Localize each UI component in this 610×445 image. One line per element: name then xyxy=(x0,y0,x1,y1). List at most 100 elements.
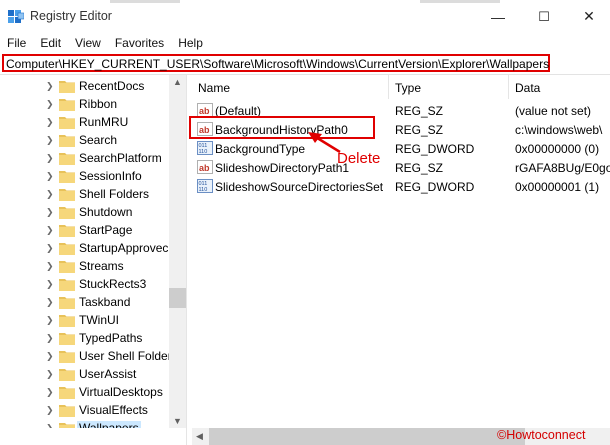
dword-value-icon: 011110 xyxy=(197,179,213,193)
folder-icon xyxy=(59,351,75,363)
tree-item[interactable]: ❯ VirtualDesktops xyxy=(0,383,170,401)
chevron-right-icon[interactable]: ❯ xyxy=(46,152,56,164)
tree-item[interactable]: ❯ SessionInfo xyxy=(0,167,170,185)
tree-item-label: VirtualDesktops xyxy=(79,385,163,399)
folder-icon xyxy=(59,135,75,147)
column-header-name[interactable]: Name xyxy=(192,75,388,99)
chevron-right-icon[interactable]: ❯ xyxy=(46,242,56,254)
tree-item-label: Shell Folders xyxy=(79,187,150,201)
value-type: REG_SZ xyxy=(395,123,444,137)
tree-vertical-scrollbar[interactable]: ▲ ▼ xyxy=(169,75,186,428)
chevron-right-icon[interactable]: ❯ xyxy=(46,134,56,146)
folder-icon xyxy=(59,297,75,309)
title-bar: Registry Editor — ☐ ✕ xyxy=(0,0,610,33)
chevron-right-icon[interactable]: ❯ xyxy=(46,296,56,308)
minimize-button[interactable]: — xyxy=(475,0,521,33)
chevron-right-icon[interactable]: ❯ xyxy=(46,260,56,272)
scroll-left-icon[interactable]: ◀ xyxy=(196,431,203,442)
chevron-right-icon[interactable]: ❯ xyxy=(46,350,56,362)
svg-text:ab: ab xyxy=(199,163,210,173)
svg-text:110: 110 xyxy=(199,187,208,193)
tree-item[interactable]: ❯ User Shell Folder xyxy=(0,347,172,365)
tree-item[interactable]: ❯ Streams xyxy=(0,257,170,275)
chevron-right-icon[interactable]: ❯ xyxy=(46,314,56,326)
chevron-right-icon[interactable]: ❯ xyxy=(46,188,56,200)
chevron-right-icon[interactable]: ❯ xyxy=(46,206,56,218)
chevron-right-icon[interactable]: ❯ xyxy=(46,278,56,290)
value-name: SlideshowSourceDirectoriesSet xyxy=(215,180,384,194)
tree-item[interactable]: ❯ Wallpapers xyxy=(0,419,170,428)
svg-text:ab: ab xyxy=(199,106,210,116)
tree-item-label: TWinUI xyxy=(79,313,119,327)
folder-icon xyxy=(59,117,75,129)
folder-icon xyxy=(59,423,75,428)
close-button[interactable]: ✕ xyxy=(566,0,610,33)
tree-item[interactable]: ❯ StartPage xyxy=(0,221,170,239)
folder-icon xyxy=(59,81,75,93)
tree-item[interactable]: ❯ Ribbon xyxy=(0,95,170,113)
folder-icon xyxy=(59,243,75,255)
column-header-type[interactable]: Type xyxy=(389,75,507,99)
chevron-right-icon[interactable]: ❯ xyxy=(46,404,56,416)
tree-item[interactable]: ❯ StartupApprovec xyxy=(0,239,170,257)
folder-icon xyxy=(59,171,75,183)
menu-favorites[interactable]: Favorites xyxy=(108,33,171,53)
tree-item[interactable]: ❯ VisualEffects xyxy=(0,401,170,419)
menu-bar: File Edit View Favorites Help xyxy=(0,33,610,53)
chevron-right-icon[interactable]: ❯ xyxy=(46,170,56,182)
menu-file[interactable]: File xyxy=(0,33,33,53)
registry-editor-icon xyxy=(8,10,24,23)
tree-item-label: StartupApprovec xyxy=(79,241,169,255)
folder-icon xyxy=(59,261,75,273)
folder-icon xyxy=(59,207,75,219)
value-type: REG_DWORD xyxy=(395,180,475,194)
scroll-thumb[interactable] xyxy=(169,288,186,308)
column-header-data[interactable]: Data xyxy=(509,75,610,99)
tree-item[interactable]: ❯ RecentDocs xyxy=(0,77,170,95)
chevron-right-icon[interactable]: ❯ xyxy=(46,80,56,92)
chevron-right-icon[interactable]: ❯ xyxy=(46,98,56,110)
menu-edit[interactable]: Edit xyxy=(33,33,68,53)
maximize-button[interactable]: ☐ xyxy=(521,0,567,33)
menu-view[interactable]: View xyxy=(68,33,108,53)
tree-horizontal-scrollbar[interactable] xyxy=(0,428,186,445)
delete-annotation: Delete xyxy=(337,150,381,167)
chevron-right-icon[interactable]: ❯ xyxy=(46,224,56,236)
address-bar[interactable]: Computer\HKEY_CURRENT_USER\Software\Micr… xyxy=(2,54,550,72)
tree-item-label: RecentDocs xyxy=(79,79,145,93)
value-type: REG_SZ xyxy=(395,161,444,175)
value-row[interactable]: 011 110 BackgroundType REG_DWORD 0x00000000 … xyxy=(192,139,610,158)
watermark: ©Howtoconnect xyxy=(497,428,586,442)
string-value-icon: ab xyxy=(197,103,213,117)
tree-item[interactable]: ❯ SearchPlatform xyxy=(0,149,170,167)
tree-item[interactable]: ❯ Shell Folders xyxy=(0,185,170,203)
chevron-right-icon[interactable]: ❯ xyxy=(46,368,56,380)
tree-item[interactable]: ❯ TWinUI xyxy=(0,311,170,329)
menu-help[interactable]: Help xyxy=(171,33,210,53)
tree-item-label: Shutdown xyxy=(79,205,133,219)
tree-item-label: Wallpapers xyxy=(77,421,141,428)
value-row[interactable]: 011 110 SlideshowSourceDirectoriesSet REG_D… xyxy=(192,177,610,196)
chevron-right-icon[interactable]: ❯ xyxy=(46,386,56,398)
value-data: c:\windows\web\ xyxy=(515,123,603,137)
tree-item-label: SearchPlatform xyxy=(79,151,162,165)
tree-item[interactable]: ❯ RunMRU xyxy=(0,113,170,131)
value-name: SlideshowDirectoryPath1 xyxy=(215,161,350,175)
tree-item[interactable]: ❯ UserAssist xyxy=(0,365,170,383)
chevron-right-icon[interactable]: ❯ xyxy=(46,116,56,128)
scroll-up-icon[interactable]: ▲ xyxy=(173,77,182,87)
value-row[interactable]: ab SlideshowDirectoryPath1 REG_SZ rGAFA8BUg… xyxy=(192,158,610,177)
tree-item[interactable]: ❯ StuckRects3 xyxy=(0,275,170,293)
tree-item-label: SessionInfo xyxy=(79,169,142,183)
tree-item-label: Streams xyxy=(79,259,124,273)
scroll-thumb[interactable] xyxy=(209,428,525,445)
folder-icon xyxy=(59,153,75,165)
tree-item[interactable]: ❯ TypedPaths xyxy=(0,329,170,347)
chevron-right-icon[interactable]: ❯ xyxy=(46,332,56,344)
tree-item[interactable]: ❯ Shutdown xyxy=(0,203,170,221)
tree-item-label: Search xyxy=(79,133,118,147)
tree-item[interactable]: ❯ Search xyxy=(0,131,170,149)
value-type: REG_SZ xyxy=(395,104,444,118)
scroll-down-icon[interactable]: ▼ xyxy=(173,416,182,426)
tree-item[interactable]: ❯ Taskband xyxy=(0,293,170,311)
